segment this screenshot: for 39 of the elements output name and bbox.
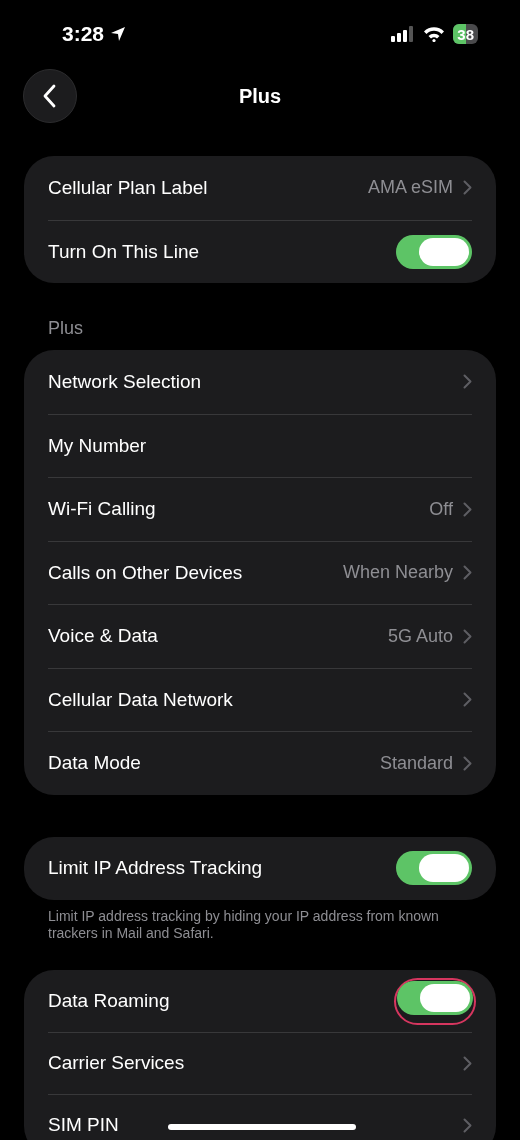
location-arrow-icon bbox=[110, 26, 127, 42]
chevron-icon bbox=[463, 180, 472, 196]
chevron-icon bbox=[463, 374, 472, 390]
chevron-icon bbox=[463, 692, 472, 708]
row-label[interactable]: Calls on Other Devices bbox=[48, 558, 243, 587]
page-title: Plus bbox=[238, 84, 282, 109]
row-label: Limit IP Address Tracking bbox=[48, 856, 263, 880]
row-label[interactable]: Data Mode bbox=[48, 749, 141, 778]
footer-note: Limit IP address tracking by hiding your IP address from known trackers in Mail and Safari. bbox=[47, 907, 440, 942]
row-value: When Nearby bbox=[342, 561, 453, 585]
section-header: Plus bbox=[47, 317, 84, 340]
row-label[interactable]: Carrier Services bbox=[48, 1049, 185, 1078]
status-time: 3:28 bbox=[62, 21, 105, 48]
chevron-icon bbox=[463, 628, 472, 644]
wifi-icon bbox=[423, 26, 446, 42]
row-value: Off bbox=[429, 497, 453, 521]
signal-icon bbox=[391, 26, 416, 42]
back-icon bbox=[43, 84, 57, 108]
row-label[interactable]: Cellular Data Network bbox=[48, 685, 233, 714]
row-label[interactable]: Voice & Data bbox=[48, 622, 158, 651]
chevron-icon bbox=[463, 565, 472, 581]
toggle-switch[interactable] bbox=[396, 234, 472, 269]
chevron-icon bbox=[463, 1056, 472, 1071]
toggle-switch[interactable] bbox=[397, 980, 473, 1015]
row-label: Turn On This Line bbox=[48, 239, 200, 264]
chevron-icon bbox=[463, 501, 472, 517]
row-label[interactable]: Wi-Fi Calling bbox=[48, 495, 156, 524]
chevron-icon bbox=[463, 1118, 472, 1133]
row-value: AMA eSIM bbox=[367, 176, 453, 200]
row-label[interactable]: Cellular Plan Label bbox=[48, 173, 208, 202]
back-button[interactable] bbox=[23, 69, 77, 123]
chevron-icon bbox=[463, 755, 472, 771]
row-label: Data Roaming bbox=[48, 988, 170, 1013]
row-label[interactable]: SIM PIN bbox=[48, 1111, 119, 1140]
row-label[interactable]: Network Selection bbox=[48, 367, 202, 396]
row-label[interactable]: My Number bbox=[48, 431, 147, 460]
toggle-switch[interactable] bbox=[396, 851, 472, 886]
row-value: 5G Auto bbox=[387, 624, 453, 648]
row-value: Standard bbox=[379, 751, 453, 775]
